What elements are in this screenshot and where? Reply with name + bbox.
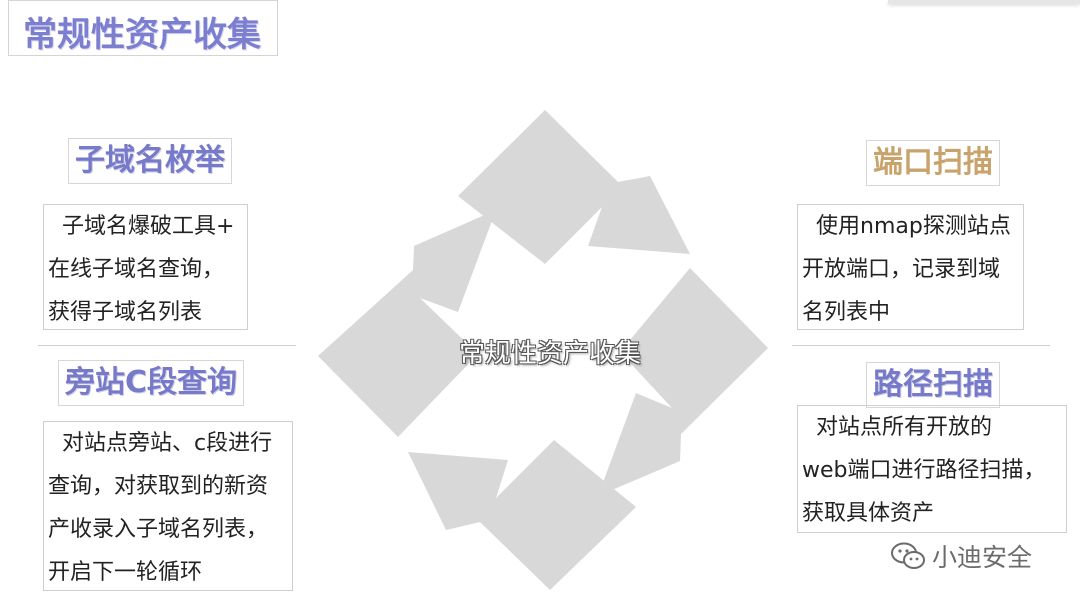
subdomain-line-1: 子域名爆破工具+	[62, 214, 235, 239]
side-c-box: 对站点旁站、c段进行 查询，对获取到的新资 产收录入子域名列表， 开启下一轮循环	[43, 421, 293, 591]
cycle-arrow-bottom-right	[598, 268, 768, 496]
wechat-icon	[891, 542, 925, 569]
left-divider	[38, 345, 296, 346]
subdomain-heading: 子域名枚举	[68, 138, 232, 184]
port-scan-line-3: 名列表中	[802, 300, 891, 325]
subdomain-box: 子域名爆破工具+ 在线子域名查询， 获得子域名列表	[43, 204, 248, 330]
path-scan-line-3: 获取具体资产	[802, 501, 935, 526]
watermark-text: 小迪安全	[932, 543, 1033, 572]
port-scan-line-2: 开放端口，记录到域	[802, 257, 1001, 282]
path-scan-line-2: web端口进行路径扫描，	[802, 458, 1046, 483]
path-scan-box: 对站点所有开放的 web端口进行路径扫描， 获取具体资产	[797, 405, 1067, 533]
center-label: 常规性资产收集	[458, 339, 641, 369]
side-c-line-1: 对站点旁站、c段进行	[62, 431, 273, 456]
cycle-arrow-bottom-left	[408, 440, 636, 590]
side-c-line-4: 开启下一轮循环	[48, 560, 203, 585]
watermark: 小迪安全	[890, 538, 1032, 574]
path-scan-heading: 路径扫描	[866, 362, 1000, 408]
subdomain-line-3: 获得子域名列表	[48, 300, 203, 325]
subdomain-line-2: 在线子域名查询，	[48, 257, 225, 282]
cycle-arrow-top-right	[458, 110, 690, 264]
port-scan-line-1: 使用nmap探测站点	[816, 214, 1011, 239]
port-scan-heading: 端口扫描	[866, 140, 1000, 186]
side-c-line-2: 查询，对获取到的新资	[48, 474, 269, 499]
cycle-arrow-top-left	[318, 210, 496, 437]
side-c-heading: 旁站C段查询	[58, 360, 245, 406]
port-scan-box: 使用nmap探测站点 开放端口，记录到域 名列表中	[797, 204, 1024, 330]
side-c-line-3: 产收录入子域名列表，	[48, 517, 269, 542]
path-scan-line-1: 对站点所有开放的	[816, 415, 993, 440]
right-divider	[792, 345, 1050, 346]
